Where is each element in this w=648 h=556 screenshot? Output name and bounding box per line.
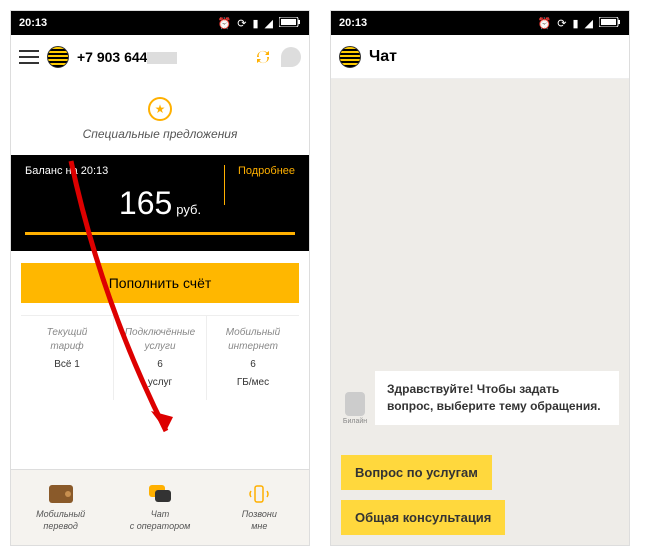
- topic-services-button[interactable]: Вопрос по услугам: [341, 455, 492, 490]
- status-bar: 20:13 ⏰ ⟳ ▮ ◢: [11, 11, 309, 35]
- sync-icon: ⟳: [557, 17, 566, 30]
- chat-body: Билайн Здравствуйте! Чтобы задать вопрос…: [331, 79, 629, 545]
- chat-icon[interactable]: [281, 47, 301, 67]
- signal-icon: ▮: [252, 17, 258, 30]
- services-cell[interactable]: Подключённые услуги 6 услуг: [114, 316, 207, 400]
- operator-avatar: Билайн: [341, 392, 369, 425]
- offers-label: Специальные предложения: [11, 127, 309, 141]
- phone-number[interactable]: +7 903 644: [77, 49, 177, 65]
- battery-icon: [279, 17, 301, 30]
- special-offers[interactable]: ★ Специальные предложения: [11, 79, 309, 155]
- signal-icon-2: ◢: [585, 17, 593, 30]
- signal-icon-2: ◢: [265, 17, 273, 30]
- beeline-logo: [339, 46, 361, 68]
- nav-call[interactable]: Позвони мне: [210, 470, 309, 545]
- alarm-icon: ⏰: [218, 17, 232, 30]
- topic-general-button[interactable]: Общая консультация: [341, 500, 505, 535]
- internet-cell[interactable]: Мобильный интернет 6 ГБ/мес: [207, 316, 299, 400]
- chat-buttons: Вопрос по услугам Общая консультация: [341, 445, 619, 535]
- menu-icon[interactable]: [19, 50, 39, 64]
- info-row: Текущий тариф Всё 1 Подключённые услуги …: [21, 315, 299, 400]
- call-icon: [247, 483, 271, 505]
- chat-app-bar: Чат: [331, 35, 629, 79]
- bottom-nav: Мобильный перевод Чат с оператором Позво…: [11, 469, 309, 545]
- topup-button[interactable]: Пополнить счёт: [21, 263, 299, 303]
- balance-card: Баланс на 20:13 Подробнее 165руб.: [11, 155, 309, 251]
- status-icons: ⏰ ⟳ ▮ ◢: [538, 17, 621, 30]
- star-icon: ★: [148, 97, 172, 121]
- tariff-cell[interactable]: Текущий тариф Всё 1: [21, 316, 114, 400]
- app-bar: +7 903 644: [11, 35, 309, 79]
- alarm-icon: ⏰: [538, 17, 552, 30]
- status-icons: ⏰ ⟳ ▮ ◢: [218, 17, 301, 30]
- refresh-icon[interactable]: [253, 47, 273, 67]
- nav-chat[interactable]: Чат с оператором: [110, 470, 209, 545]
- wallet-icon: [49, 485, 73, 503]
- balance-more-link[interactable]: Подробнее: [238, 165, 295, 177]
- balance-as-of: Баланс на 20:13: [25, 165, 108, 177]
- beeline-logo: [47, 46, 69, 68]
- chat-nav-icon: [149, 485, 171, 503]
- nav-transfer[interactable]: Мобильный перевод: [11, 470, 110, 545]
- status-time: 20:13: [339, 17, 367, 29]
- signal-icon: ▮: [572, 17, 578, 30]
- balance-amount: 165руб.: [25, 185, 295, 222]
- phone-chat-screen: 20:13 ⏰ ⟳ ▮ ◢ Чат Билайн Здравствуйте! Ч…: [330, 10, 630, 546]
- phone-main-screen: 20:13 ⏰ ⟳ ▮ ◢ +7 903 644 ★ Специальные п…: [10, 10, 310, 546]
- message-bubble: Здравствуйте! Чтобы задать вопрос, выбер…: [375, 371, 619, 425]
- sync-icon: ⟳: [237, 17, 246, 30]
- status-bar: 20:13 ⏰ ⟳ ▮ ◢: [331, 11, 629, 35]
- chat-title: Чат: [369, 48, 397, 66]
- message-row: Билайн Здравствуйте! Чтобы задать вопрос…: [341, 371, 619, 425]
- status-time: 20:13: [19, 17, 47, 29]
- battery-icon: [599, 17, 621, 30]
